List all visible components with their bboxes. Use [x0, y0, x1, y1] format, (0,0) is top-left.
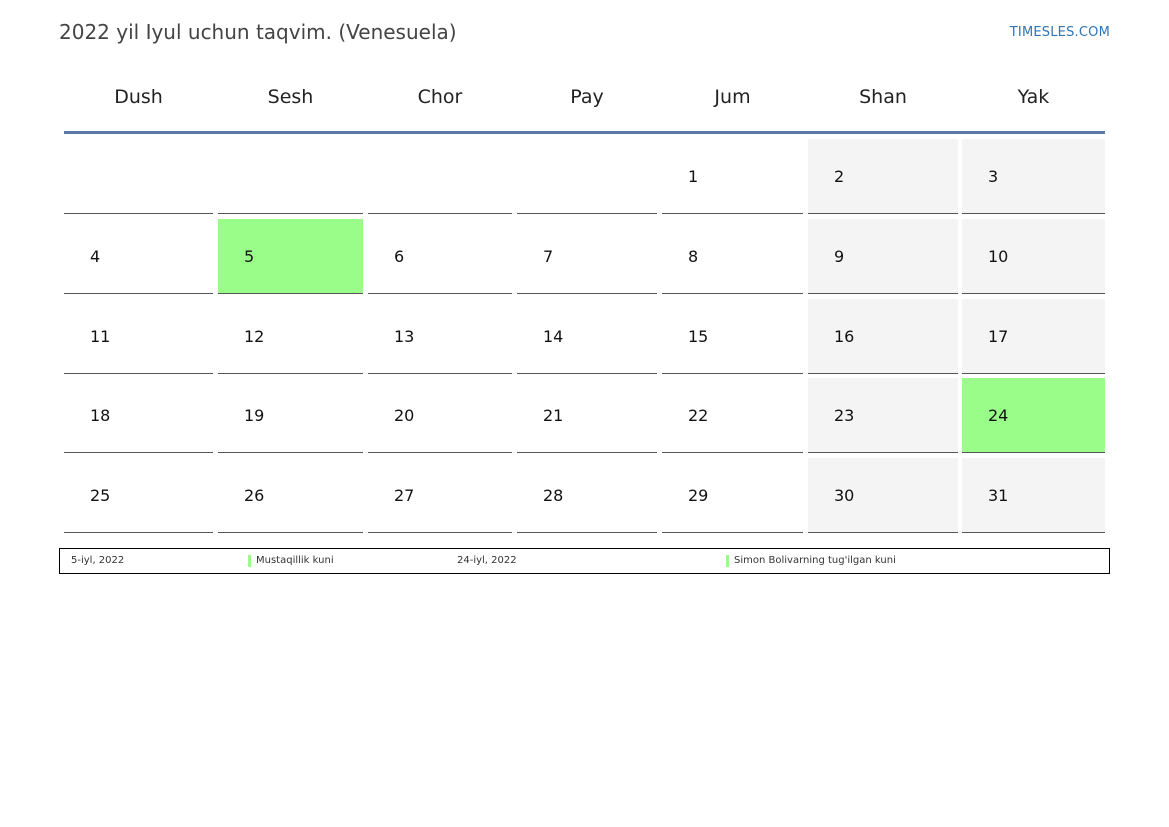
day-number: 23	[834, 406, 855, 425]
empty-day-cell	[218, 139, 363, 214]
weekday-label: Jum	[714, 86, 751, 108]
day-cell-29: 29	[662, 458, 803, 533]
day-cell-6: 6	[368, 219, 512, 294]
day-number: 30	[834, 486, 855, 505]
legend-color-swatch-1	[248, 555, 251, 567]
day-number: 25	[90, 486, 111, 505]
day-cell-28: 28	[517, 458, 657, 533]
day-cell-8: 8	[662, 219, 803, 294]
holiday-legend: 5-iyl, 2022 Mustaqillik kuni 24-iyl, 202…	[59, 548, 1110, 574]
day-cell-25: 25	[64, 458, 213, 533]
day-number: 18	[90, 406, 111, 425]
day-number: 28	[543, 486, 564, 505]
day-number: 19	[244, 406, 265, 425]
legend-date-2: 24-iyl, 2022	[457, 555, 517, 566]
day-cell-20: 20	[368, 378, 512, 453]
day-number: 3	[988, 167, 999, 186]
day-cell-22: 22	[662, 378, 803, 453]
day-number: 11	[90, 327, 111, 346]
weekday-label: Pay	[570, 86, 604, 108]
day-cell-17: 17	[962, 299, 1105, 374]
legend-holiday-1: Mustaqillik kuni	[256, 555, 334, 566]
legend-date-1: 5-iyl, 2022	[71, 555, 125, 566]
day-cell-12: 12	[218, 299, 363, 374]
day-number: 6	[394, 247, 405, 266]
day-cell-3: 3	[962, 139, 1105, 214]
day-cell-31: 31	[962, 458, 1105, 533]
day-cell-1: 1	[662, 139, 803, 214]
day-number: 9	[834, 247, 845, 266]
day-number: 22	[688, 406, 709, 425]
day-cell-27: 27	[368, 458, 512, 533]
day-cell-10: 10	[962, 219, 1105, 294]
day-number: 17	[988, 327, 1009, 346]
day-cell-16: 16	[808, 299, 958, 374]
day-cell-9: 9	[808, 219, 958, 294]
day-cell-4: 4	[64, 219, 213, 294]
weekday-label: Shan	[859, 86, 907, 108]
legend-holiday-2: Simon Bolivarning tug'ilgan kuni	[734, 555, 896, 566]
day-cell-13: 13	[368, 299, 512, 374]
empty-day-cell	[64, 139, 213, 214]
day-number: 14	[543, 327, 564, 346]
day-number: 24	[988, 406, 1009, 425]
day-number: 4	[90, 247, 101, 266]
day-cell-2: 2	[808, 139, 958, 214]
empty-day-cell	[517, 139, 657, 214]
day-cell-18: 18	[64, 378, 213, 453]
day-number: 1	[688, 167, 699, 186]
header-divider	[64, 131, 1105, 134]
day-number: 2	[834, 167, 845, 186]
weekday-label: Yak	[1017, 86, 1050, 108]
weekday-label: Chor	[417, 86, 463, 108]
site-link[interactable]: TIMESLES.COM	[1010, 25, 1110, 40]
day-number: 29	[688, 486, 709, 505]
day-cell-5: 5	[218, 219, 363, 294]
day-number: 7	[543, 247, 554, 266]
day-number: 15	[688, 327, 709, 346]
day-number: 8	[688, 247, 699, 266]
day-cell-24: 24	[962, 378, 1105, 453]
weekday-label: Sesh	[267, 86, 314, 108]
day-number: 27	[394, 486, 415, 505]
day-cell-7: 7	[517, 219, 657, 294]
day-cell-19: 19	[218, 378, 363, 453]
day-cell-23: 23	[808, 378, 958, 453]
day-number: 16	[834, 327, 855, 346]
day-number: 10	[988, 247, 1009, 266]
day-cell-11: 11	[64, 299, 213, 374]
empty-day-cell	[368, 139, 512, 214]
day-cell-30: 30	[808, 458, 958, 533]
day-number: 12	[244, 327, 265, 346]
day-cell-26: 26	[218, 458, 363, 533]
day-number: 21	[543, 406, 564, 425]
day-number: 5	[244, 247, 255, 266]
weekday-label: Dush	[114, 86, 163, 108]
day-number: 26	[244, 486, 265, 505]
day-number: 13	[394, 327, 415, 346]
day-number: 20	[394, 406, 415, 425]
day-cell-14: 14	[517, 299, 657, 374]
day-cell-15: 15	[662, 299, 803, 374]
legend-color-swatch-2	[726, 555, 729, 567]
day-number: 31	[988, 486, 1009, 505]
page-title: 2022 yil Iyul uchun taqvim. (Venesuela)	[59, 20, 457, 44]
day-cell-21: 21	[517, 378, 657, 453]
